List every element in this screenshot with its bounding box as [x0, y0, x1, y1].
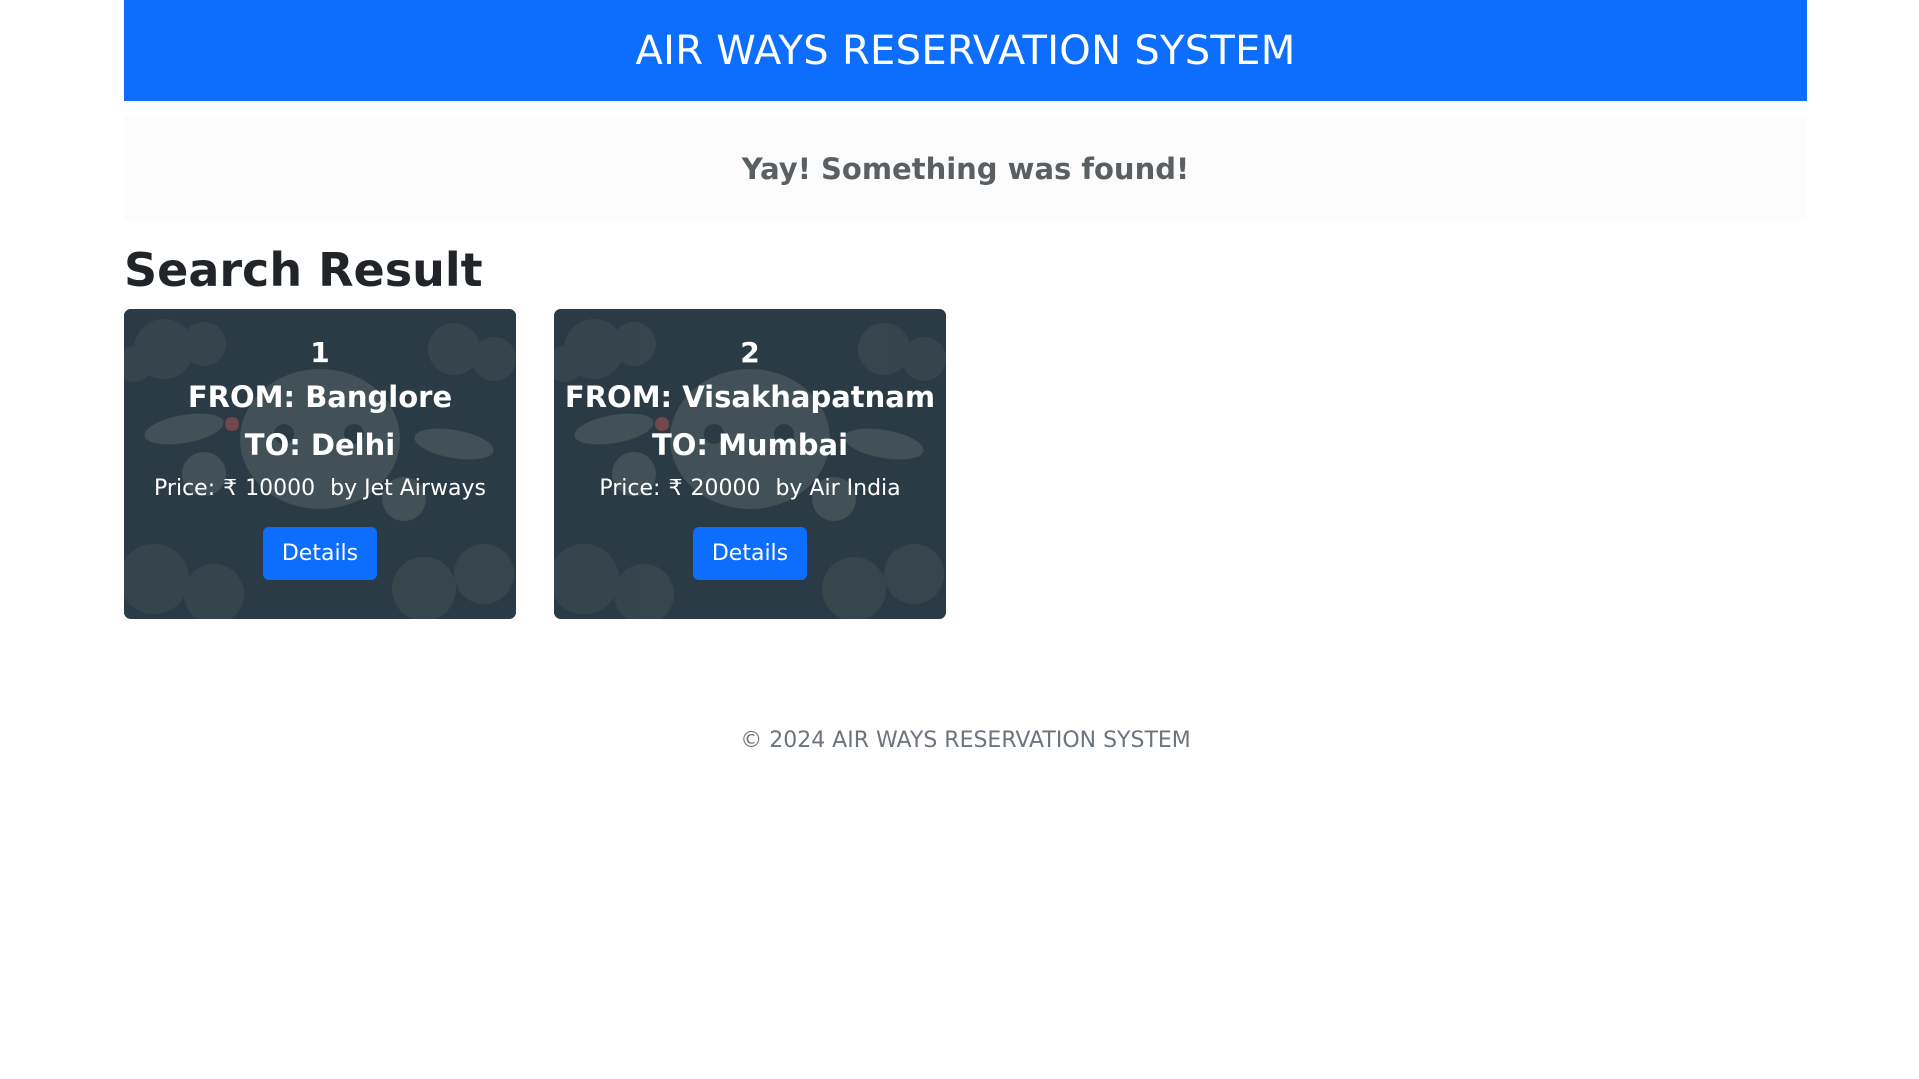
flight-card: 2 FROM: Visakhapatnam TO: Mumbai Price: ₹…	[554, 309, 946, 619]
details-button[interactable]: Details	[262, 527, 378, 580]
flight-number: 2	[740, 336, 760, 369]
airline-name: by Air India	[775, 476, 901, 501]
flight-number: 1	[310, 336, 330, 369]
price-value: 20000	[690, 476, 761, 501]
details-button[interactable]: Details	[692, 527, 808, 580]
flight-price: Price: ₹10000 by Jet Airways	[124, 471, 516, 507]
flight-price: Price: ₹20000 by Air India	[554, 471, 946, 507]
flight-from: FROM: Banglore	[187, 380, 453, 414]
result-notice: Yay! Something was found!	[124, 116, 1807, 221]
page-container: AIR WAYS RESERVATION SYSTEM Yay! Somethi…	[124, 0, 1807, 753]
notice-text: Yay! Something was found!	[741, 151, 1190, 186]
price-value: 10000	[245, 476, 316, 501]
site-header: AIR WAYS RESERVATION SYSTEM	[124, 0, 1807, 101]
card-body: 1 FROM: Banglore TO: Delhi Price: ₹10000 …	[124, 309, 516, 580]
flight-to: TO: Mumbai	[651, 428, 849, 462]
flight-to: TO: Delhi	[244, 428, 396, 462]
site-title: AIR WAYS RESERVATION SYSTEM	[635, 27, 1296, 74]
flight-from: FROM: Visakhapatnam	[564, 380, 936, 414]
price-label: Price:	[154, 476, 216, 501]
rupee-icon: ₹	[223, 476, 238, 501]
result-cards: 1 FROM: Banglore TO: Delhi Price: ₹10000 …	[124, 309, 1807, 619]
search-result-title: Search Result	[124, 243, 483, 297]
rupee-icon: ₹	[668, 476, 683, 501]
footer-text: © 2024 AIR WAYS RESERVATION SYSTEM	[740, 728, 1191, 753]
card-body: 2 FROM: Visakhapatnam TO: Mumbai Price: ₹…	[554, 309, 946, 580]
flight-card: 1 FROM: Banglore TO: Delhi Price: ₹10000 …	[124, 309, 516, 619]
site-footer: © 2024 AIR WAYS RESERVATION SYSTEM	[124, 728, 1807, 753]
airline-name: by Jet Airways	[330, 476, 486, 501]
price-label: Price:	[599, 476, 661, 501]
